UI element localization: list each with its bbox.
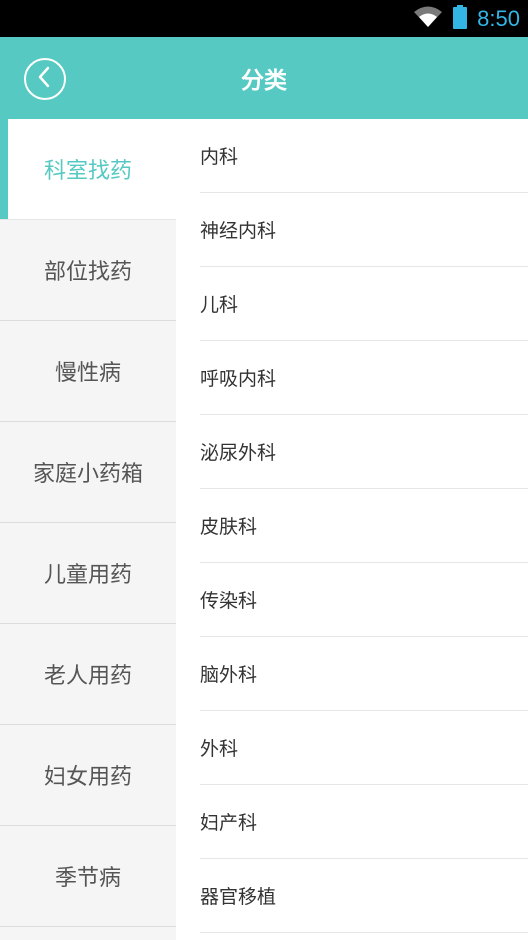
status-bar: 8:50 bbox=[0, 0, 528, 37]
list-item-label: 呼吸内科 bbox=[200, 368, 277, 390]
sidebar-item-label: 季节病 bbox=[54, 866, 121, 891]
list-item[interactable]: 皮肤科 bbox=[200, 489, 528, 563]
list-item[interactable]: 妇产科 bbox=[200, 785, 528, 859]
list-item[interactable]: 呼吸内科 bbox=[200, 341, 528, 415]
sidebar-item-label: 科室找药 bbox=[43, 159, 132, 184]
list-item-label: 外科 bbox=[200, 738, 239, 760]
sidebar-item-chronic-disease[interactable]: 慢性病 bbox=[0, 321, 176, 422]
wifi-icon bbox=[413, 5, 443, 33]
list-item[interactable]: 外科 bbox=[200, 711, 528, 785]
page-title: 分类 bbox=[241, 68, 287, 94]
list-item[interactable]: 内科 bbox=[200, 119, 528, 193]
department-list: 内科 神经内科 儿科 呼吸内科 泌尿外科 皮肤科 传染科 脑外科 外科 妇产科 … bbox=[176, 119, 528, 940]
sidebar-item-seasonal-disease[interactable]: 季节病 bbox=[0, 826, 176, 927]
list-item[interactable]: 泌尿外科 bbox=[200, 415, 528, 489]
category-sidebar: 科室找药 部位找药 慢性病 家庭小药箱 儿童用药 老人用药 妇女用药 季节病 bbox=[0, 119, 176, 940]
app-bar: 分类 bbox=[0, 37, 528, 119]
sidebar-item-home-medicine-box[interactable]: 家庭小药箱 bbox=[0, 422, 176, 523]
list-item[interactable]: 儿科 bbox=[200, 267, 528, 341]
list-item-label: 妇产科 bbox=[200, 812, 258, 834]
sidebar-item-department[interactable]: 科室找药 bbox=[0, 119, 176, 220]
back-button[interactable] bbox=[24, 58, 66, 100]
list-item[interactable]: 脑外科 bbox=[200, 637, 528, 711]
sidebar-item-body-part[interactable]: 部位找药 bbox=[0, 220, 176, 321]
list-item-label: 皮肤科 bbox=[200, 516, 258, 538]
chevron-left-icon bbox=[36, 66, 54, 92]
list-item[interactable]: 器官移植 bbox=[200, 859, 528, 933]
sidebar-item-elderly-medicine[interactable]: 老人用药 bbox=[0, 624, 176, 725]
list-item-label: 器官移植 bbox=[200, 886, 277, 908]
sidebar-item-label: 部位找药 bbox=[43, 260, 132, 285]
sidebar-item-label: 慢性病 bbox=[54, 361, 121, 386]
list-item[interactable]: 神经内科 bbox=[200, 193, 528, 267]
sidebar-item-label: 妇女用药 bbox=[43, 765, 132, 790]
list-item[interactable]: 传染科 bbox=[200, 563, 528, 637]
sidebar-item-women-medicine[interactable]: 妇女用药 bbox=[0, 725, 176, 826]
list-item-label: 脑外科 bbox=[200, 664, 258, 686]
battery-icon bbox=[453, 4, 468, 33]
status-icons: 8:50 bbox=[413, 0, 520, 37]
status-time: 8:50 bbox=[477, 5, 520, 31]
list-item-label: 儿科 bbox=[200, 294, 239, 316]
list-item-label: 泌尿外科 bbox=[200, 442, 277, 464]
sidebar-item-label: 老人用药 bbox=[43, 664, 132, 689]
list-item-label: 内科 bbox=[200, 146, 239, 168]
list-item-label: 传染科 bbox=[200, 590, 258, 612]
sidebar-item-label: 家庭小药箱 bbox=[32, 462, 143, 487]
list-item-label: 神经内科 bbox=[200, 220, 277, 242]
sidebar-item-label: 儿童用药 bbox=[43, 563, 132, 588]
sidebar-item-children-medicine[interactable]: 儿童用药 bbox=[0, 523, 176, 624]
